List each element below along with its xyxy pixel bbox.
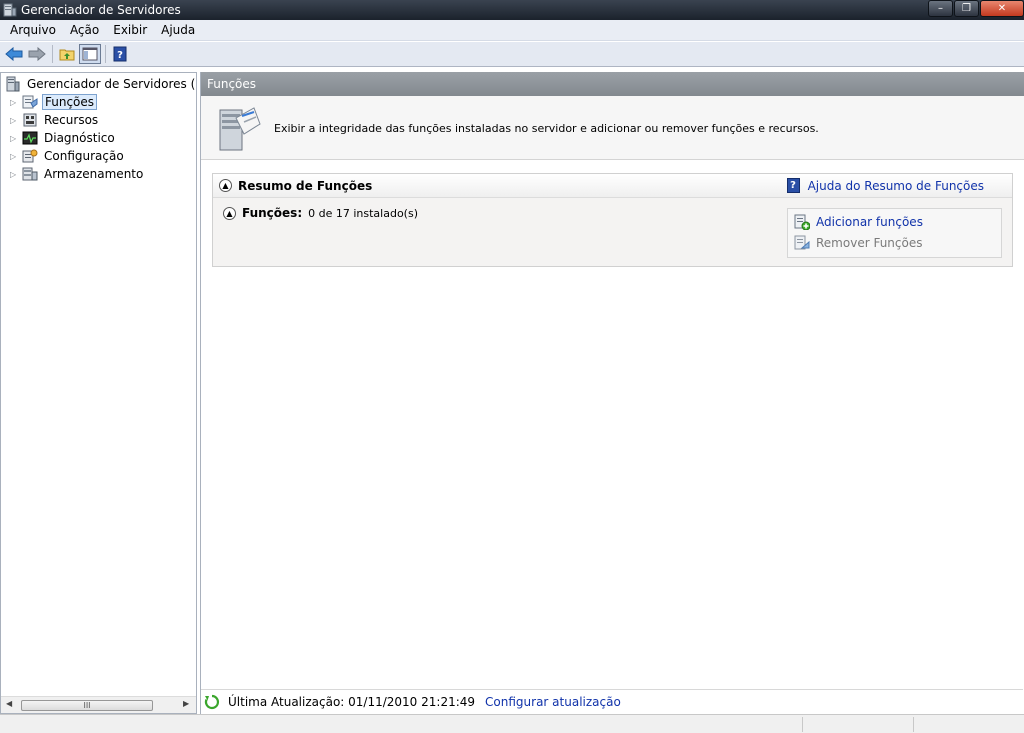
tree-horizontal-scrollbar[interactable]: ◀ III ▶: [1, 696, 196, 713]
tree-root-label: Gerenciador de Servidores (SERV: [27, 77, 196, 91]
roles-summary-body: ▲ Funções: 0 de 17 instalado(s) Adiciona…: [213, 198, 1012, 266]
tree-item-label: Funções: [42, 94, 98, 110]
menu-acao[interactable]: Ação: [63, 23, 106, 37]
storage-icon: [22, 167, 38, 181]
forward-arrow-icon: [28, 47, 46, 61]
tree-item-diagnostico[interactable]: ▷ Diagnóstico: [10, 130, 117, 146]
collapse-section-icon[interactable]: ▲: [219, 179, 232, 192]
status-bar-divider: [802, 717, 803, 732]
expand-arrow-icon[interactable]: ▷: [10, 134, 18, 143]
help-link-text[interactable]: Ajuda do Resumo de Funções: [808, 179, 984, 193]
add-roles-link[interactable]: Adicionar funções: [816, 215, 923, 229]
content-pane: Funções Exibir a integridade das funções…: [200, 72, 1024, 714]
tree-item-label: Diagnóstico: [44, 131, 115, 145]
expand-arrow-icon[interactable]: ▷: [10, 116, 18, 125]
remove-roles-action[interactable]: Remover Funções: [794, 235, 922, 251]
roles-icon: [22, 95, 38, 109]
status-bar-divider: [913, 717, 914, 732]
title-bar[interactable]: Gerenciador de Servidores – ❐ ✕: [0, 0, 1024, 20]
expand-arrow-icon[interactable]: ▷: [10, 152, 18, 161]
server-manager-icon: [3, 3, 17, 17]
forward-button[interactable]: [26, 44, 48, 64]
collapse-roles-icon[interactable]: ▲: [223, 206, 236, 220]
window-title: Gerenciador de Servidores: [21, 3, 181, 17]
roles-summary-section: ▲ Resumo de Funções ? Ajuda do Resumo de…: [212, 173, 1013, 267]
roles-actions-panel: Adicionar funções Remover Funções: [787, 208, 1002, 258]
features-icon: [23, 113, 37, 127]
server-manager-icon: [6, 76, 20, 92]
menu-arquivo[interactable]: Arquivo: [3, 23, 63, 37]
close-button[interactable]: ✕: [980, 0, 1024, 17]
configure-refresh-link[interactable]: Configurar atualização: [485, 695, 621, 709]
scrollbar-thumb[interactable]: III: [21, 700, 153, 711]
intro-description: Exibir a integridade das funções instala…: [274, 122, 819, 135]
menu-ajuda[interactable]: Ajuda: [154, 23, 202, 37]
remove-roles-icon: [794, 235, 810, 250]
maximize-button[interactable]: ❐: [954, 0, 979, 17]
toolbar-separator: [105, 45, 106, 63]
window-controls: – ❐ ✕: [927, 0, 1024, 18]
toolbar-separator: [52, 45, 53, 63]
tree-item-label: Armazenamento: [44, 167, 144, 181]
server-roles-icon: [219, 107, 261, 151]
back-arrow-icon: [5, 47, 23, 61]
refresh-status-line: Última Atualização: 01/11/2010 21:21:49 …: [201, 689, 1023, 714]
add-roles-action[interactable]: Adicionar funções: [794, 214, 923, 230]
add-roles-icon: [794, 214, 810, 230]
tree-item-label: Recursos: [44, 113, 99, 127]
intro-panel: Exibir a integridade das funções instala…: [201, 96, 1024, 160]
last-update-text: Última Atualização: 01/11/2010 21:21:49: [228, 695, 476, 709]
menu-exibir[interactable]: Exibir: [106, 23, 154, 37]
roles-count: 0 de 17 instalado(s): [308, 206, 418, 220]
show-hide-tree-button[interactable]: [79, 44, 101, 64]
up-level-button[interactable]: [56, 44, 78, 64]
help-icon: ?: [113, 46, 127, 62]
tree-item-label: Configuração: [44, 149, 124, 163]
minimize-button[interactable]: –: [928, 0, 953, 17]
help-button[interactable]: ?: [109, 44, 131, 64]
section-title: Resumo de Funções: [238, 178, 373, 193]
scroll-right-arrow-icon[interactable]: ▶: [183, 699, 189, 708]
diagnostics-icon: [22, 131, 38, 145]
tree-item-configuracao[interactable]: ▷ Configuração: [10, 148, 126, 164]
show-hide-tree-icon: [82, 47, 98, 61]
scroll-left-arrow-icon[interactable]: ◀: [6, 699, 12, 708]
menu-bar: Arquivo Ação Exibir Ajuda: [0, 20, 1024, 41]
svg-text:?: ?: [117, 50, 123, 61]
tree-pane[interactable]: Gerenciador de Servidores (SERV ▷ Funçõe…: [0, 72, 197, 714]
configuration-icon: [22, 149, 38, 163]
tree-item-recursos[interactable]: ▷ Recursos: [10, 112, 100, 128]
tree-root[interactable]: Gerenciador de Servidores (SERV: [5, 76, 196, 92]
up-folder-icon: [59, 49, 75, 61]
toolbar: ?: [0, 42, 1024, 67]
back-button[interactable]: [3, 44, 25, 64]
refresh-icon[interactable]: [204, 694, 220, 710]
expand-arrow-icon[interactable]: ▷: [10, 170, 18, 179]
remove-roles-link: Remover Funções: [816, 236, 923, 250]
expand-arrow-icon[interactable]: ▷: [10, 98, 18, 107]
content-header: Funções: [201, 72, 1024, 96]
roles-summary-header: ▲ Resumo de Funções ? Ajuda do Resumo de…: [213, 174, 1012, 198]
roles-count-row: ▲ Funções: 0 de 17 instalado(s): [223, 206, 418, 220]
roles-label: Funções:: [242, 206, 303, 220]
help-icon: ?: [786, 178, 800, 193]
tree-item-armazenamento[interactable]: ▷ Armazenamento: [10, 166, 145, 182]
roles-summary-help-link[interactable]: ? Ajuda do Resumo de Funções: [786, 178, 984, 193]
tree-item-funcoes[interactable]: ▷ Funções: [10, 94, 98, 110]
status-bar: [0, 714, 1024, 733]
